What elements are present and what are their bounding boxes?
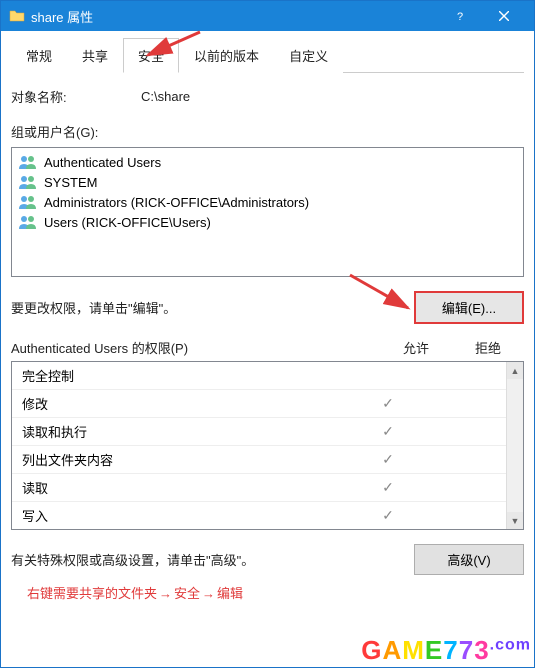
permission-allow-mark: ✓ (352, 423, 424, 440)
permissions-listbox[interactable]: 完全控制修改✓读取和执行✓列出文件夹内容✓读取✓写入✓ ▲ ▼ (11, 361, 524, 530)
scrollbar[interactable]: ▲ ▼ (506, 362, 523, 529)
close-button[interactable] (482, 2, 526, 30)
help-button[interactable]: ? (438, 2, 482, 30)
folder-icon (9, 8, 25, 24)
annotation-footnote: 右键需要共享的文件夹→安全→编辑 (11, 583, 524, 602)
tab-bar: 常规共享安全以前的版本自定义 (11, 37, 524, 73)
users-icon (18, 154, 38, 170)
tab-3[interactable]: 以前的版本 (179, 38, 274, 73)
advanced-button[interactable]: 高级(V) (414, 544, 524, 575)
list-item-label: Users (RICK-OFFICE\Users) (44, 215, 211, 230)
edit-button[interactable]: 编辑(E)... (414, 291, 524, 324)
object-name-value: C:\share (141, 89, 524, 104)
permission-row: 列出文件夹内容✓ (12, 445, 506, 473)
permission-name: 列出文件夹内容 (22, 450, 352, 469)
edit-hint-text: 要更改权限，请单击"编辑"。 (11, 298, 414, 317)
scroll-up-icon[interactable]: ▲ (507, 362, 523, 379)
permission-row: 写入✓ (12, 501, 506, 529)
users-icon (18, 174, 38, 190)
permission-allow-mark: ✓ (352, 451, 424, 468)
deny-column-header: 拒绝 (452, 338, 524, 357)
groups-listbox[interactable]: Authenticated Users SYSTEM Administrators … (11, 147, 524, 277)
tab-2[interactable]: 安全 (123, 38, 179, 73)
list-item[interactable]: SYSTEM (14, 172, 521, 192)
tab-0[interactable]: 常规 (11, 38, 67, 73)
tab-4[interactable]: 自定义 (274, 38, 343, 73)
advanced-hint-text: 有关特殊权限或高级设置，请单击"高级"。 (11, 550, 414, 569)
list-item-label: SYSTEM (44, 175, 97, 190)
permission-allow-mark: ✓ (352, 395, 424, 412)
groups-label: 组或用户名(G): (11, 122, 524, 141)
users-icon (18, 194, 38, 210)
permissions-header: Authenticated Users 的权限(P) (11, 338, 380, 357)
list-item-label: Authenticated Users (44, 155, 161, 170)
permission-row: 完全控制 (12, 362, 506, 389)
window-title: share 属性 (31, 7, 438, 26)
svg-text:?: ? (457, 11, 463, 22)
list-item[interactable]: Users (RICK-OFFICE\Users) (14, 212, 521, 232)
scroll-down-icon[interactable]: ▼ (507, 512, 523, 529)
permission-name: 读取 (22, 478, 352, 497)
permission-name: 读取和执行 (22, 422, 352, 441)
allow-column-header: 允许 (380, 338, 452, 357)
tab-1[interactable]: 共享 (67, 38, 123, 73)
permission-allow-mark: ✓ (352, 479, 424, 496)
permission-name: 完全控制 (22, 366, 352, 385)
object-name-label: 对象名称: (11, 87, 141, 106)
permission-row: 读取和执行✓ (12, 417, 506, 445)
users-icon (18, 214, 38, 230)
permission-allow-mark: ✓ (352, 507, 424, 524)
list-item[interactable]: Administrators (RICK-OFFICE\Administrato… (14, 192, 521, 212)
permission-name: 写入 (22, 506, 352, 525)
permission-row: 修改✓ (12, 389, 506, 417)
list-item[interactable]: Authenticated Users (14, 152, 521, 172)
list-item-label: Administrators (RICK-OFFICE\Administrato… (44, 195, 309, 210)
titlebar: share 属性 ? (1, 1, 534, 31)
permission-name: 修改 (22, 394, 352, 413)
permission-row: 读取✓ (12, 473, 506, 501)
